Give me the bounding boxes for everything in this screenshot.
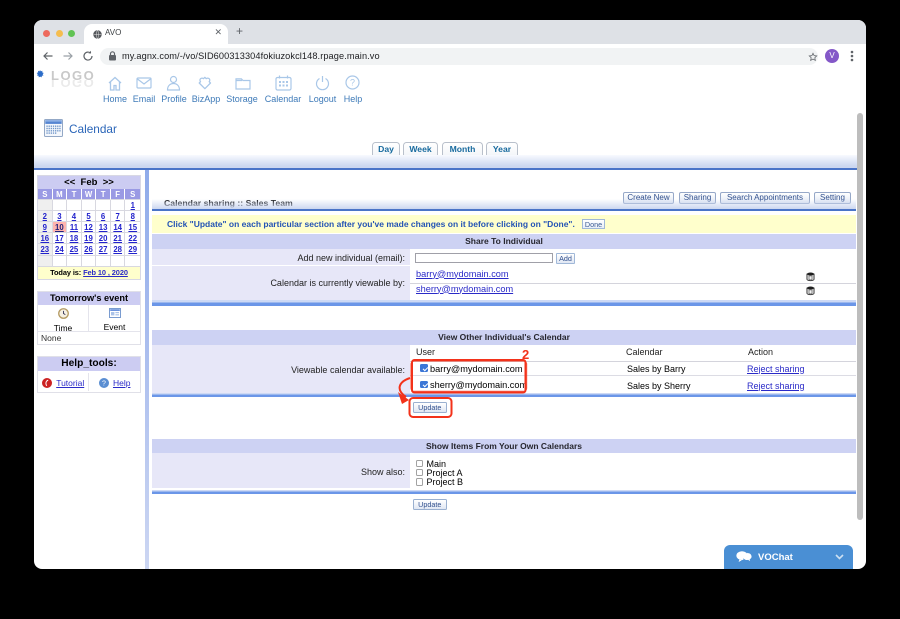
- svg-text:?: ?: [350, 78, 355, 88]
- svg-text:?: ?: [102, 380, 106, 387]
- svg-text:2: 2: [522, 347, 529, 362]
